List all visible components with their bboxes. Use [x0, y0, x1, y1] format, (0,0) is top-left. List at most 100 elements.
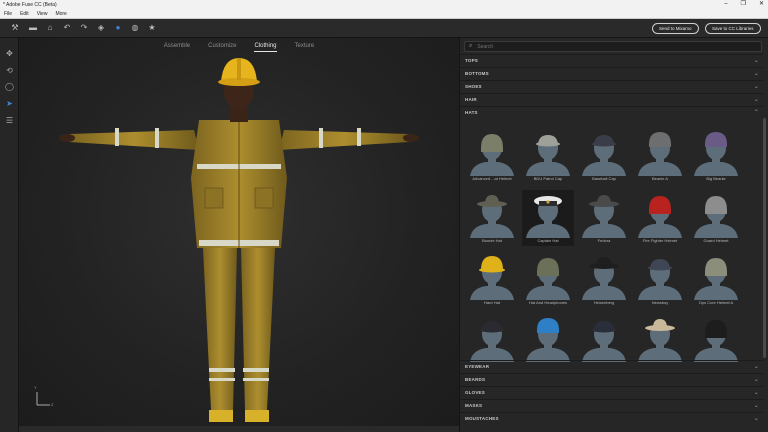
- menu-view[interactable]: View: [37, 11, 48, 17]
- category-masks[interactable]: MASKS ⌄: [460, 399, 763, 411]
- hat-item[interactable]: Hard Hat: [466, 252, 518, 308]
- viewport-status-strip: [19, 426, 459, 432]
- category-gloves[interactable]: GLOVES ⌄: [460, 386, 763, 398]
- chevron-down-icon: ⌄: [753, 58, 759, 64]
- star-icon[interactable]: ★: [147, 23, 157, 33]
- minimize-icon[interactable]: –: [724, 0, 727, 9]
- undo-icon[interactable]: ↶: [62, 23, 72, 33]
- hat-thumbnail: [638, 132, 682, 176]
- menu-bar: File Edit View More: [0, 9, 768, 19]
- category-label: HAIR: [465, 97, 477, 102]
- category-beards[interactable]: BEARDS ⌄: [460, 373, 763, 385]
- hat-item[interactable]: Captain Hat: [522, 190, 574, 246]
- menu-file[interactable]: File: [4, 11, 12, 17]
- search-box[interactable]: ⌕: [464, 41, 762, 52]
- hat-thumbnail: [694, 258, 738, 300]
- open-folder-icon[interactable]: ▬: [28, 23, 38, 33]
- category-bottoms[interactable]: BOTTOMS ⌄: [460, 67, 763, 79]
- orbit-icon[interactable]: ◯: [5, 82, 14, 91]
- chevron-down-icon: ⌄: [753, 97, 759, 103]
- hat-thumbnail: [526, 318, 570, 362]
- category-label: GLOVES: [465, 390, 485, 395]
- hat-item[interactable]: Fire Fighter Helmet: [634, 190, 686, 246]
- hat-item-label: Hard Hat: [483, 300, 500, 305]
- hat-thumbnail: [638, 259, 682, 300]
- globe-icon[interactable]: ◍: [130, 23, 140, 33]
- category-label: TOPS: [465, 58, 478, 63]
- window-title: * Adobe Fuse CC (Beta): [3, 1, 57, 8]
- axis-y-label: Y: [34, 385, 37, 390]
- category-label: BEARDS: [465, 377, 486, 382]
- save-to-cc-libraries-button[interactable]: Save to CC Libraries: [705, 23, 761, 34]
- hat-item-label: Fedora: [597, 238, 611, 243]
- hat-item[interactable]: Advanced ...at Helmet: [466, 128, 518, 184]
- save-icon[interactable]: ⌂: [45, 23, 55, 33]
- hat-item[interactable]: Ops Core Helmet A: [690, 252, 742, 308]
- 3d-viewport[interactable]: Assemble Customize Clothing Texture Y Z: [19, 38, 459, 426]
- hat-item[interactable]: Hat And Headphones: [522, 252, 574, 308]
- category-tops[interactable]: TOPS ⌄: [460, 54, 763, 66]
- hat-thumbnail: [470, 134, 514, 176]
- hat-thumbnail: [638, 319, 682, 362]
- hat-thumbnail: [526, 258, 570, 300]
- hat-item-label: Beanie A: [651, 176, 668, 181]
- character-model[interactable]: [19, 38, 459, 426]
- rotate-icon[interactable]: ⟲: [5, 66, 14, 75]
- hat-item[interactable]: Baseball Cap: [578, 128, 630, 184]
- hat-item[interactable]: Fedora: [578, 190, 630, 246]
- send-to-mixamo-button[interactable]: Send to Mixamo: [652, 23, 699, 34]
- category-label: SHOES: [465, 84, 482, 89]
- toolbar: ⚒ ▬ ⌂ ↶ ↷ ◈ ● ◍ ★ Send to Mixamo Save to…: [0, 19, 768, 38]
- hat-thumbnail: [526, 196, 570, 238]
- menu-edit[interactable]: Edit: [20, 11, 29, 17]
- move-icon[interactable]: ✥: [5, 49, 14, 58]
- sphere-icon[interactable]: ●: [113, 23, 123, 33]
- hat-item[interactable]: BDU Patrol Cap: [522, 128, 574, 184]
- hat-item-label: Captain Hat: [537, 238, 559, 243]
- hat-thumbnail: [526, 135, 570, 176]
- category-hats[interactable]: HATS ⌃: [460, 106, 763, 118]
- left-tool-bar: ✥ ⟲ ◯ ➤ ☰: [0, 38, 19, 432]
- hat-thumbnail: [694, 196, 738, 238]
- chevron-down-icon: ⌄: [753, 71, 759, 77]
- hat-item-label: BDU Patrol Cap: [533, 176, 563, 181]
- chevron-down-icon: ⌄: [753, 390, 759, 396]
- chevron-down-icon: ⌄: [753, 377, 759, 383]
- hat-item-label: Ops Core Helmet A: [698, 300, 734, 305]
- category-label: HATS: [465, 110, 478, 115]
- chevron-down-icon: ⌄: [753, 403, 759, 409]
- category-label: MASKS: [465, 403, 483, 408]
- hat-item[interactable]: Guard Helmet: [690, 190, 742, 246]
- tools-icon[interactable]: ⚒: [10, 23, 20, 33]
- hats-grid: Advanced ...at Helmet BDU Patrol Cap Baseb…: [464, 124, 761, 396]
- select-arrow-icon[interactable]: ➤: [5, 99, 14, 108]
- close-icon[interactable]: ✕: [759, 0, 764, 9]
- hat-item-label: Big Beanie: [706, 176, 726, 181]
- menu-more[interactable]: More: [55, 11, 66, 17]
- redo-icon[interactable]: ↷: [79, 23, 89, 33]
- category-hair[interactable]: HAIR ⌄: [460, 93, 763, 105]
- hat-thumbnail: [582, 195, 626, 238]
- hat-item-label: Heisenberg: [593, 300, 615, 305]
- panel-scrollbar[interactable]: [763, 118, 766, 358]
- category-moustaches[interactable]: MOUSTACHES ⌄: [460, 412, 763, 424]
- maximize-icon[interactable]: ❐: [741, 0, 746, 9]
- chevron-down-icon: ⌄: [753, 416, 759, 422]
- category-label: MOUSTACHES: [465, 416, 499, 421]
- search-icon: ⌕: [469, 43, 473, 49]
- adjust-icon[interactable]: ☰: [5, 116, 14, 125]
- hat-item[interactable]: Beanie A: [634, 128, 686, 184]
- hat-item[interactable]: Big Beanie: [690, 128, 742, 184]
- hat-item-label: Newsboy: [651, 300, 669, 305]
- hat-item[interactable]: Heisenberg: [578, 252, 630, 308]
- hat-item-label: Guard Helmet: [703, 238, 729, 243]
- hat-item-label: Fire Fighter Helmet: [642, 238, 678, 243]
- cube-icon[interactable]: ◈: [96, 23, 106, 33]
- category-shoes[interactable]: SHOES ⌄: [460, 80, 763, 92]
- hat-item[interactable]: Boonie Hat: [466, 190, 518, 246]
- hat-thumbnail: [582, 321, 626, 362]
- hat-item[interactable]: Newsboy: [634, 252, 686, 308]
- category-eyewear[interactable]: EYEWEAR ⌄: [460, 360, 763, 372]
- title-bar: * Adobe Fuse CC (Beta) – ❐ ✕: [0, 0, 768, 9]
- search-input[interactable]: [477, 43, 738, 50]
